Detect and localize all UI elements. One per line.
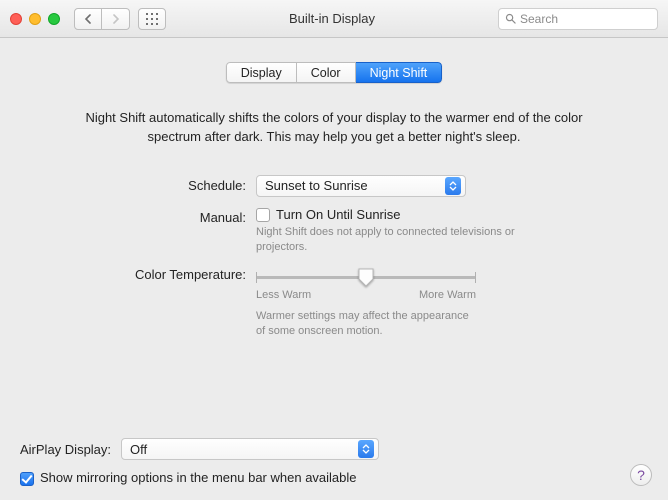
manual-label: Manual: [66, 207, 246, 255]
tab-display[interactable]: Display [226, 62, 297, 83]
tab-color[interactable]: Color [297, 62, 356, 83]
back-button[interactable] [74, 8, 102, 30]
slider-max-label: More Warm [419, 289, 476, 301]
grid-icon [146, 13, 158, 25]
manual-option-label: Turn On Until Sunrise [276, 207, 401, 222]
color-temperature-label: Color Temperature: [66, 265, 246, 339]
zoom-window-button[interactable] [48, 13, 60, 25]
forward-button[interactable] [102, 8, 130, 30]
slider-labels: Less Warm More Warm [256, 289, 476, 301]
schedule-value: Sunset to Sunrise [265, 178, 368, 193]
chevron-right-icon [112, 14, 120, 24]
schedule-label: Schedule: [66, 175, 246, 197]
slider-tick [475, 272, 476, 283]
mirroring-checkbox[interactable] [20, 472, 34, 486]
mirroring-label: Show mirroring options in the menu bar w… [40, 470, 357, 485]
manual-checkbox[interactable] [256, 208, 270, 222]
show-all-button[interactable] [138, 8, 166, 30]
tab-bar: Display Color Night Shift [38, 62, 630, 83]
tab-night-shift[interactable]: Night Shift [356, 62, 443, 83]
tab-label: Color [311, 66, 341, 80]
help-icon: ? [637, 467, 645, 483]
mirroring-checkbox-row[interactable]: Show mirroring options in the menu bar w… [20, 470, 648, 486]
updown-arrows-icon [358, 440, 374, 458]
airplay-select[interactable]: Off [121, 438, 379, 460]
airplay-value: Off [130, 442, 147, 457]
manual-hint: Night Shift does not apply to connected … [256, 225, 516, 255]
slider-tick [256, 272, 257, 283]
nav-back-forward [74, 8, 130, 30]
search-placeholder: Search [520, 12, 558, 26]
window-title: Built-in Display [174, 11, 490, 26]
schedule-select[interactable]: Sunset to Sunrise [256, 175, 466, 197]
slider-thumb[interactable] [357, 267, 375, 287]
airplay-label: AirPlay Display: [20, 442, 111, 457]
minimize-window-button[interactable] [29, 13, 41, 25]
footer: AirPlay Display: Off Show mirroring opti… [0, 426, 668, 500]
color-temperature-slider[interactable] [256, 267, 476, 287]
color-temperature-hint: Warmer settings may affect the appearanc… [256, 309, 476, 339]
help-button[interactable]: ? [630, 464, 652, 486]
close-window-button[interactable] [10, 13, 22, 25]
updown-arrows-icon [445, 177, 461, 195]
settings-form: Schedule: Sunset to Sunrise Manual: Turn… [66, 175, 630, 339]
window-controls [10, 13, 60, 25]
chevron-left-icon [84, 14, 92, 24]
slider-min-label: Less Warm [256, 289, 311, 301]
search-field[interactable]: Search [498, 8, 658, 30]
tab-label: Night Shift [370, 66, 428, 80]
description-text: Night Shift automatically shifts the col… [66, 109, 602, 147]
manual-checkbox-row[interactable]: Turn On Until Sunrise [256, 207, 516, 223]
tab-label: Display [241, 66, 282, 80]
window-titlebar: Built-in Display Search [0, 0, 668, 38]
content-area: Display Color Night Shift Night Shift au… [0, 38, 668, 339]
search-icon [505, 13, 516, 24]
